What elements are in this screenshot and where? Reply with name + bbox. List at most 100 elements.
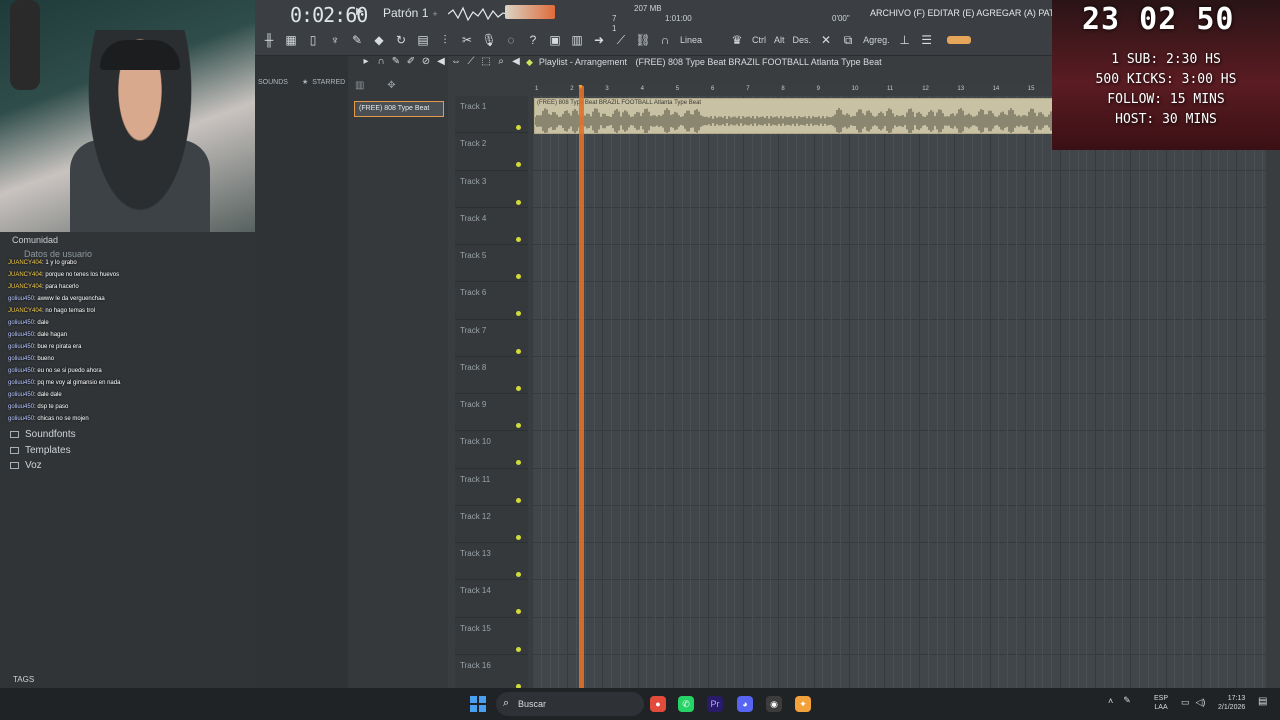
add-label[interactable]: Agreg.	[859, 35, 894, 45]
track-mute-dot[interactable]	[516, 199, 521, 205]
track-mute-dot[interactable]	[516, 348, 521, 354]
track-header[interactable]: Track 4	[455, 208, 528, 245]
zoom-icon[interactable]: ⌕	[495, 56, 507, 67]
tab-starred[interactable]: STARRED	[312, 79, 345, 86]
chevron-up-icon[interactable]: ˄	[1108, 696, 1113, 706]
deselect-label[interactable]: Des.	[789, 35, 816, 45]
clock[interactable]: 17:13 2/1/2026	[1218, 694, 1245, 712]
track-header[interactable]: Track 13	[455, 543, 528, 581]
mic-icon[interactable]: 🎙	[478, 30, 500, 50]
track-mute-dot[interactable]	[516, 162, 521, 168]
playhead-marker-icon[interactable]: ▼	[577, 84, 584, 91]
save-icon[interactable]: ▤	[412, 30, 434, 50]
track-header[interactable]: Track 2	[455, 133, 528, 171]
mute-icon[interactable]: ◀	[435, 56, 447, 67]
pattern-item[interactable]: (FREE) 808 Type Beat	[354, 101, 444, 117]
brush-icon[interactable]: ⟋	[610, 30, 632, 50]
track-header[interactable]: Track 6	[455, 282, 528, 320]
track-mute-dot[interactable]	[516, 385, 521, 391]
fl-studio-icon[interactable]: ✦	[795, 696, 811, 712]
track-header[interactable]: Track 16	[455, 655, 528, 692]
link-icon[interactable]: ⛓	[632, 30, 654, 50]
track-header[interactable]: Track 7	[455, 320, 528, 357]
slice-icon[interactable]: ⟋	[465, 56, 477, 67]
discord-icon[interactable]: ◕	[737, 696, 753, 712]
move-icon[interactable]: ✥	[387, 80, 395, 91]
arrow-right-icon[interactable]: ➜	[588, 30, 610, 50]
piano-icon[interactable]: ▥	[566, 30, 588, 50]
template-icon[interactable]: ▣	[544, 30, 566, 50]
whatsapp-icon[interactable]: ✆	[678, 696, 694, 712]
track-header[interactable]: Track 12	[455, 506, 528, 543]
playlist-grid[interactable]	[532, 96, 1266, 688]
track-mute-dot[interactable]	[516, 534, 521, 540]
track-header[interactable]: Track 11	[455, 469, 528, 506]
language-indicator[interactable]: ESP LAA	[1154, 694, 1168, 712]
slip-icon[interactable]: ⇔	[450, 56, 462, 67]
browser-item[interactable]: Voz	[10, 458, 76, 474]
track-header[interactable]: Track 8	[455, 357, 528, 394]
track-mute-dot[interactable]	[516, 609, 521, 615]
mixer-strip-icon[interactable]: ⫶	[434, 30, 456, 50]
browser-item[interactable]: Templates	[10, 443, 76, 459]
track-mute-dot[interactable]	[516, 125, 521, 130]
network-icon[interactable]: ▭	[1181, 697, 1190, 708]
close-icon[interactable]: ✕	[815, 30, 837, 50]
track-mute-dot[interactable]	[516, 274, 521, 279]
mixer-icon[interactable]: ╫	[258, 30, 280, 50]
premiere-icon[interactable]: Pr	[707, 696, 723, 712]
windows-start-icon[interactable]	[470, 696, 486, 712]
plugin-icon[interactable]: ♆	[324, 30, 346, 50]
pattern-selector[interactable]: Patrón 1 +	[383, 6, 442, 20]
track-mute-dot[interactable]	[516, 497, 521, 503]
obs-icon[interactable]: ◉	[766, 696, 782, 712]
magnet-icon[interactable]: ∩	[654, 30, 676, 50]
pen-icon[interactable]: ✎	[1123, 695, 1131, 706]
stamp-icon[interactable]: ♛	[726, 30, 748, 50]
playback-icon[interactable]: ◀	[510, 56, 522, 67]
tuner-icon[interactable]: ⊥	[894, 30, 916, 50]
arrow-right-icon[interactable]: ▸	[360, 56, 372, 67]
delete-icon[interactable]: ⊘	[420, 56, 432, 67]
track-mute-dot[interactable]	[516, 311, 521, 317]
record-icon[interactable]: ◆	[368, 30, 390, 50]
track-header[interactable]: Track 15	[455, 618, 528, 655]
track-mute-dot[interactable]	[516, 572, 521, 577]
track-header[interactable]: Track 1	[455, 96, 528, 134]
list-icon[interactable]: ▥	[355, 80, 364, 91]
audio-clip[interactable]: (FREE) 808 Type Beat BRAZIL FOOTBALL Atl…	[534, 98, 1054, 134]
taskbar-search[interactable]: ⌕ Buscar	[496, 692, 644, 716]
select-icon[interactable]: ⬚	[480, 56, 492, 67]
paint-icon[interactable]: ✐	[405, 56, 417, 67]
magnet-icon[interactable]: ∩	[375, 56, 387, 67]
scissors-icon[interactable]: ✂	[456, 30, 478, 50]
ctrl-label[interactable]: Ctrl	[748, 35, 770, 45]
playhead[interactable]	[579, 86, 584, 688]
track-header[interactable]: Track 3	[455, 171, 528, 208]
help-icon[interactable]: ?	[522, 30, 544, 50]
track-header[interactable]: Track 5	[455, 245, 528, 283]
chrome-icon[interactable]: ●	[650, 696, 666, 712]
tab-sounds[interactable]: SOUNDS	[258, 79, 288, 86]
file-icon[interactable]: ▯	[302, 30, 324, 50]
pencil-icon[interactable]: ✎	[346, 30, 368, 50]
track-mute-dot[interactable]	[516, 646, 521, 652]
channel-rack-icon[interactable]: ▦	[280, 30, 302, 50]
alt-label[interactable]: Alt	[770, 35, 789, 45]
master-volume-slider[interactable]	[505, 5, 555, 19]
volume-icon[interactable]: ◁)	[1196, 697, 1206, 708]
track-mute-dot[interactable]	[516, 460, 521, 466]
loop-icon[interactable]: ↻	[390, 30, 412, 50]
track-mute-dot[interactable]	[516, 236, 521, 242]
copy-icon[interactable]: ⧉	[837, 30, 859, 50]
chat-icon[interactable]: ◌	[500, 30, 522, 50]
menu-icon[interactable]: ☰	[916, 30, 938, 50]
track-header[interactable]: Track 14	[455, 580, 528, 618]
snap-label[interactable]: Linea	[676, 35, 706, 45]
track-mute-dot[interactable]	[516, 423, 521, 428]
notification-icon[interactable]: ▤	[1258, 696, 1267, 707]
track-header[interactable]: Track 10	[455, 431, 528, 469]
plus-icon[interactable]: +	[432, 9, 437, 19]
browser-item[interactable]: Soundfonts	[10, 427, 76, 443]
track-header[interactable]: Track 9	[455, 394, 528, 432]
